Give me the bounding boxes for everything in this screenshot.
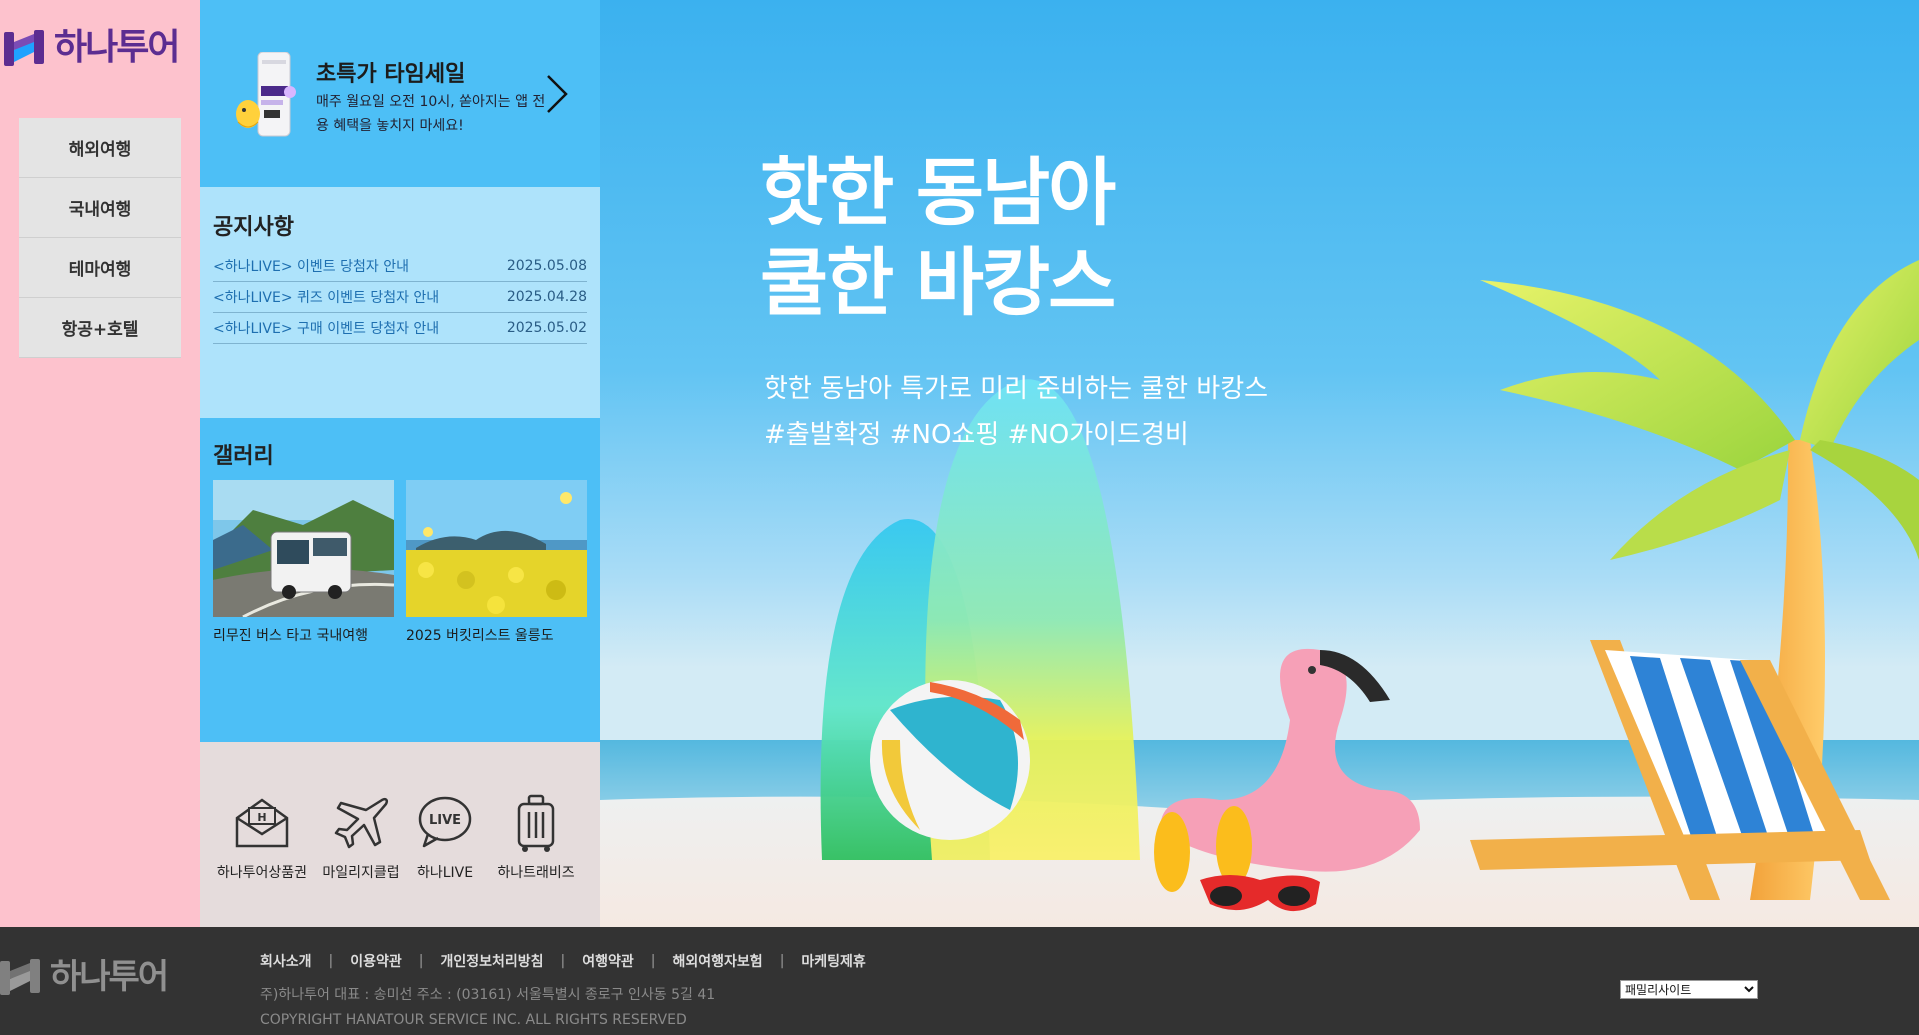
svg-text:H: H <box>257 811 266 824</box>
beach-illustration <box>600 260 1919 927</box>
suitcase-icon <box>517 794 555 852</box>
nav-item-air-hotel[interactable]: 항공+호텔 <box>19 298 181 358</box>
live-chat-icon: LIVE <box>418 796 472 848</box>
gallery-grid: 리무진 버스 타고 국내여행 2025 버킷리스트 울릉도 <box>213 480 587 645</box>
footer-logo-text: 하나투어 <box>50 957 169 997</box>
hero-title-line-1: 핫한 동남아 <box>760 150 1116 236</box>
voucher-envelope-icon: H <box>235 798 289 848</box>
footer-separator: | <box>779 953 785 969</box>
footer-copyright: COPYRIGHT HANATOUR SERVICE INC. ALL RIGH… <box>260 1012 687 1028</box>
footer-logo[interactable]: 하나투어 <box>0 957 169 997</box>
quick-link-label: 하나LIVE <box>416 865 474 881</box>
logo-text: 하나투어 <box>54 27 180 68</box>
hanatour-logo-icon <box>0 959 40 995</box>
promo-description: 매주 월요일 오전 10시, 쏟아지는 앱 전용 혜택을 놓치지 마세요! <box>316 94 546 134</box>
notice-item-date: 2025.05.02 <box>506 320 587 336</box>
hero-banner[interactable]: 핫한 동남아 쿨한 바캉스 핫한 동남아 특가로 미리 준비하는 쿨한 바캉스 … <box>600 0 1919 927</box>
footer-address: 주)하나투어 대표 : 송미선 주소 : (03161) 서울특별시 종로구 인… <box>260 987 716 1003</box>
hero-subtitle-line-2: #출발확정 #NO쇼핑 #NO가이드경비 <box>764 420 1189 450</box>
phone-app-icon <box>236 52 296 137</box>
gallery-caption: 2025 버킷리스트 울릉도 <box>406 628 554 644</box>
promo-banner[interactable]: 초특가 타임세일 매주 월요일 오전 10시, 쏟아지는 앱 전용 혜택을 놓치… <box>200 0 600 187</box>
hero-subtitle: 핫한 동남아 특가로 미리 준비하는 쿨한 바캉스 #출발확정 #NO쇼핑 #N… <box>764 366 1268 458</box>
footer-info: 주)하나투어 대표 : 송미선 주소 : (03161) 서울특별시 종로구 인… <box>260 983 715 1033</box>
airplane-icon <box>334 797 389 849</box>
footer-link-travel-terms[interactable]: 여행약관 <box>582 951 634 971</box>
footer-links: 회사소개 | 이용약관 | 개인정보처리방침 | 여행약관 | 해외여행자보험 … <box>260 951 866 971</box>
quick-link-mileage-club[interactable]: 마일리지클럽 <box>320 792 402 882</box>
quick-links: H 하나투어상품권 마일리지클럽 LIVE 하나LIVE 하나트래비즈 <box>200 742 600 927</box>
family-site-select[interactable]: 패밀리사이트 <box>1620 980 1758 999</box>
notice-item-text: <하나LIVE> 구매 이벤트 당첨자 안내 <box>213 321 440 337</box>
notice-item[interactable]: <하나LIVE> 퀴즈 이벤트 당첨자 안내 2025.04.28 <box>213 282 587 313</box>
footer-link-privacy[interactable]: 개인정보처리방침 <box>441 951 544 971</box>
sidebar: 하나투어 해외여행 국내여행 테마여행 항공+호텔 <box>0 0 200 927</box>
svg-text:LIVE: LIVE <box>429 813 461 828</box>
notice-item-text: <하나LIVE> 이벤트 당첨자 안내 <box>213 259 409 275</box>
nav-item-overseas-travel[interactable]: 해외여행 <box>19 118 181 178</box>
notice-section: 공지사항 <하나LIVE> 이벤트 당첨자 안내 2025.05.08 <하나L… <box>200 187 600 418</box>
hero-title: 핫한 동남아 쿨한 바캉스 <box>760 148 1116 328</box>
quick-link-hana-live[interactable]: LIVE 하나LIVE <box>410 792 480 882</box>
canola-island-photo <box>406 480 587 617</box>
footer-link-marketing[interactable]: 마케팅제휴 <box>801 951 865 971</box>
bus-coast-photo <box>213 480 394 617</box>
gallery-item-ulleungdo[interactable]: 2025 버킷리스트 울릉도 <box>406 480 587 645</box>
footer-separator: | <box>650 953 656 969</box>
gallery-section: 갤러리 리무진 버스 타고 국내여행 2025 버킷리스트 울릉도 <box>200 418 600 742</box>
footer: 하나투어 회사소개 | 이용약관 | 개인정보처리방침 | 여행약관 | 해외여… <box>0 927 1919 1035</box>
notice-item-text: <하나LIVE> 퀴즈 이벤트 당첨자 안내 <box>213 290 440 306</box>
notice-item-date: 2025.05.08 <box>506 258 587 274</box>
hero-title-line-2: 쿨한 바캉스 <box>760 240 1116 326</box>
quick-link-label: 하나투어상품권 <box>216 865 308 881</box>
nav-item-theme-travel[interactable]: 테마여행 <box>19 238 181 298</box>
notice-item[interactable]: <하나LIVE> 구매 이벤트 당첨자 안내 2025.05.02 <box>213 313 587 344</box>
promo-title: 초특가 타임세일 <box>316 62 466 87</box>
quick-link-travibiz[interactable]: 하나트래비즈 <box>488 792 584 882</box>
quick-link-voucher[interactable]: H 하나투어상품권 <box>212 792 312 882</box>
footer-link-insurance[interactable]: 해외여행자보험 <box>673 951 763 971</box>
quick-link-label: 하나트래비즈 <box>497 865 575 881</box>
footer-separator: | <box>560 953 566 969</box>
footer-separator: | <box>328 953 334 969</box>
gallery-item-limousine-bus[interactable]: 리무진 버스 타고 국내여행 <box>213 480 394 645</box>
gallery-caption: 리무진 버스 타고 국내여행 <box>213 628 369 644</box>
quick-link-label: 마일리지클럽 <box>322 865 400 881</box>
main-nav: 해외여행 국내여행 테마여행 항공+호텔 <box>19 118 181 358</box>
chevron-right-icon[interactable] <box>542 72 572 116</box>
notice-item[interactable]: <하나LIVE> 이벤트 당첨자 안내 2025.05.08 <box>213 251 587 282</box>
gallery-title: 갤러리 <box>213 444 274 469</box>
page: 하나투어 해외여행 국내여행 테마여행 항공+호텔 초특가 타임세일 매주 월요… <box>0 0 1919 1035</box>
nav-item-domestic-travel[interactable]: 국내여행 <box>19 178 181 238</box>
hero-subtitle-line-1: 핫한 동남아 특가로 미리 준비하는 쿨한 바캉스 <box>764 374 1269 404</box>
footer-link-terms[interactable]: 이용약관 <box>350 951 402 971</box>
brand-logo[interactable]: 하나투어 <box>4 27 180 68</box>
hanatour-logo-icon <box>4 30 44 66</box>
footer-separator: | <box>418 953 424 969</box>
footer-link-company[interactable]: 회사소개 <box>260 951 312 971</box>
notice-item-date: 2025.04.28 <box>506 289 587 305</box>
notice-title: 공지사항 <box>213 215 294 240</box>
